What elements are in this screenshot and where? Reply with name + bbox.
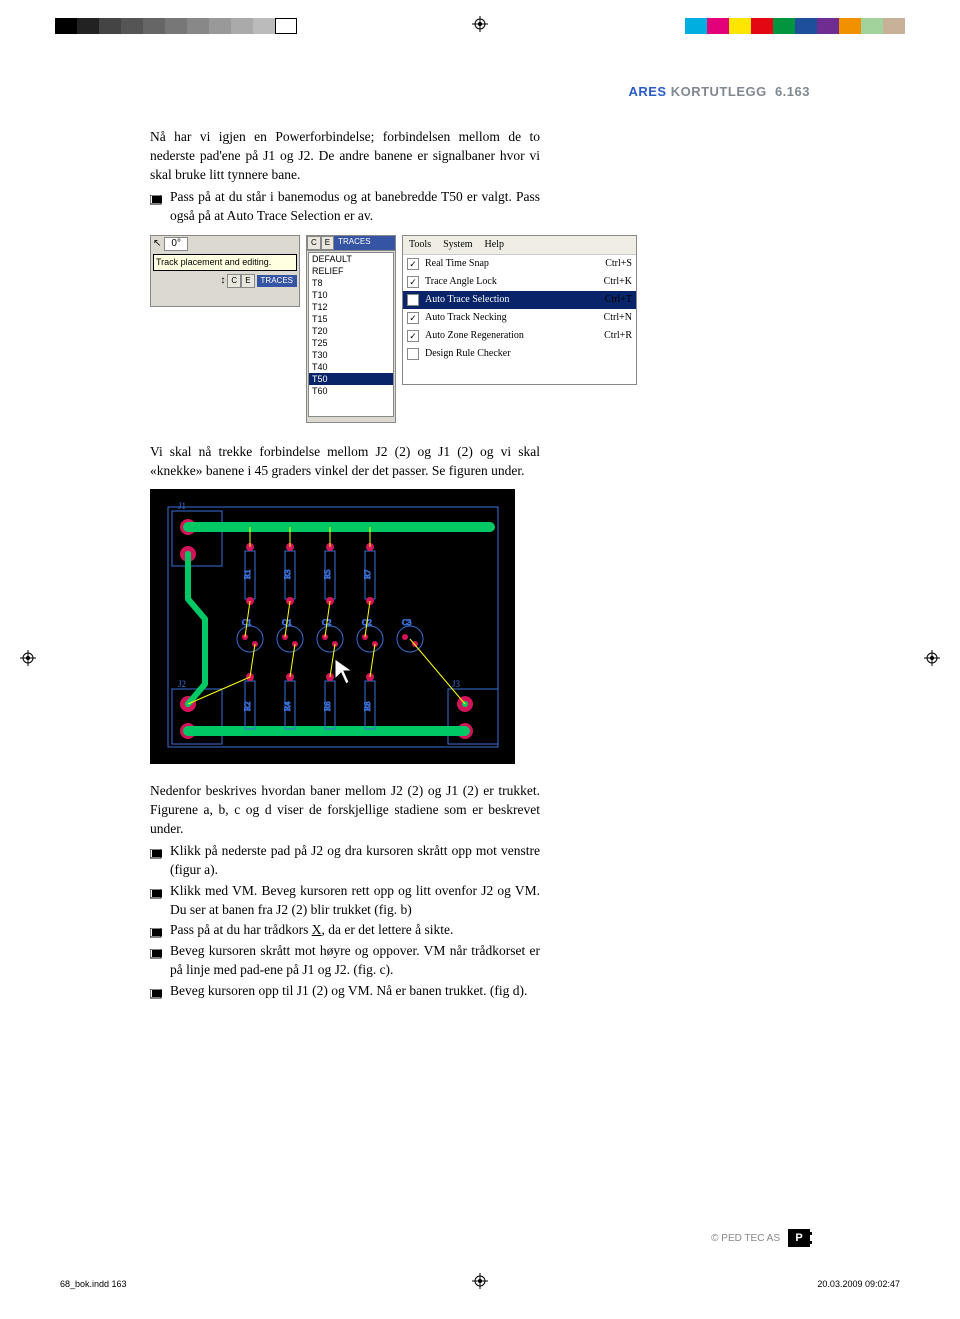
list-item[interactable]: T20 bbox=[309, 325, 393, 337]
bullet-item: Beveg kursoren skrått mot høyre og oppov… bbox=[150, 942, 540, 980]
svg-text:J2: J2 bbox=[178, 679, 186, 689]
cursor-icon: ↖ bbox=[153, 237, 161, 251]
svg-text:J3: J3 bbox=[452, 679, 461, 689]
list-item[interactable]: T12 bbox=[309, 301, 393, 313]
bullet-box-icon bbox=[150, 192, 164, 202]
bullet-item: Klikk med VM. Beveg kursoren rett opp og… bbox=[150, 882, 540, 920]
page-footer: © PED TEC AS P bbox=[711, 1229, 810, 1247]
list-item[interactable]: T25 bbox=[309, 337, 393, 349]
bullet-box-icon bbox=[150, 986, 164, 996]
pcb-figure: J1 J2 J3 R1 R3 R5 R7 bbox=[150, 489, 515, 764]
bullet-box-icon bbox=[150, 846, 164, 856]
bullet-text: Klikk med VM. Beveg kursoren rett opp og… bbox=[170, 882, 540, 920]
ce-toggle[interactable]: CE bbox=[307, 236, 334, 249]
checkbox-icon: ✓ bbox=[407, 312, 419, 324]
registration-mark-icon bbox=[472, 16, 488, 32]
pedtec-logo-icon: P bbox=[788, 1229, 810, 1247]
printer-colorbar-right bbox=[685, 18, 905, 34]
trace-width-panel: CE TRACES DEFAULT RELIEF T8 T10 T12 T15 … bbox=[306, 235, 396, 423]
svg-text:R2: R2 bbox=[243, 702, 252, 711]
bullet-item: Pass på at du har trådkors X, da er det … bbox=[150, 921, 540, 940]
svg-text:C3: C3 bbox=[402, 618, 411, 627]
bullet-text: Pass på at du har trådkors X, da er det … bbox=[170, 921, 540, 940]
registration-mark-icon bbox=[924, 650, 940, 666]
header-product: ARES bbox=[628, 84, 666, 99]
svg-text:J1: J1 bbox=[178, 501, 186, 511]
angle-field[interactable]: 0° bbox=[164, 237, 188, 251]
copyright-text: © PED TEC AS bbox=[711, 1233, 780, 1244]
menu-help[interactable]: Help bbox=[479, 236, 510, 254]
header-page-number: 6.163 bbox=[775, 84, 810, 99]
menu-item-selected[interactable]: Auto Trace SelectionCtrl+T bbox=[403, 291, 636, 309]
list-item[interactable]: T15 bbox=[309, 313, 393, 325]
list-item[interactable]: RELIEF bbox=[309, 265, 393, 277]
menu-item[interactable]: ✓Auto Track NeckingCtrl+N bbox=[403, 309, 636, 327]
checkbox-icon: ✓ bbox=[407, 276, 419, 288]
registration-mark-icon bbox=[472, 1273, 488, 1289]
ce-toggle[interactable]: CE bbox=[227, 274, 254, 287]
intro-paragraph: Nå har vi igjen en Powerforbindelse; for… bbox=[150, 128, 540, 185]
menu-tools[interactable]: Tools bbox=[403, 236, 437, 254]
tooltip: Track placement and editing. bbox=[153, 254, 297, 271]
tools-menu-panel: Tools System Help ✓Real Time SnapCtrl+S … bbox=[402, 235, 637, 385]
svg-text:R6: R6 bbox=[323, 702, 332, 711]
slugline-timestamp: 20.03.2009 09:02:47 bbox=[817, 1279, 900, 1289]
traces-label: TRACES bbox=[334, 236, 395, 249]
printer-colorbar-left bbox=[55, 18, 297, 34]
menubar: Tools System Help bbox=[403, 236, 636, 255]
svg-text:R7: R7 bbox=[363, 570, 372, 579]
list-item[interactable]: T60 bbox=[309, 385, 393, 397]
bullet-item: Beveg kursoren opp til J1 (2) og VM. Nå … bbox=[150, 982, 540, 1001]
list-item[interactable]: T10 bbox=[309, 289, 393, 301]
bullet-item: Pass på at du står i banemodus og at ban… bbox=[150, 188, 540, 226]
checkbox-icon bbox=[407, 348, 419, 360]
bullet-text: Pass på at du står i banemodus og at ban… bbox=[170, 188, 540, 226]
menu-system[interactable]: System bbox=[437, 236, 478, 254]
page-header: ARES KORTUTLEGG 6.163 bbox=[628, 84, 810, 99]
checkbox-icon: ✓ bbox=[407, 258, 419, 270]
list-item[interactable]: T40 bbox=[309, 361, 393, 373]
bullet-text: Klikk på nederste pad på J2 og dra kurso… bbox=[170, 842, 540, 880]
menu-item[interactable]: ✓Auto Zone RegenerationCtrl+R bbox=[403, 327, 636, 345]
bullet-box-icon bbox=[150, 925, 164, 935]
menu-item[interactable]: Design Rule Checker bbox=[403, 345, 636, 363]
checkbox-icon: ✓ bbox=[407, 330, 419, 342]
bullet-item: Klikk på nederste pad på J2 og dra kurso… bbox=[150, 842, 540, 880]
checkbox-icon bbox=[407, 294, 419, 306]
slugline-filename: 68_bok.indd 163 bbox=[60, 1279, 127, 1289]
ui-screenshot-group: ↖ 0° Track placement and editing. ↕ CE T… bbox=[150, 235, 690, 425]
traces-label: TRACES bbox=[257, 275, 297, 286]
move-icon: ↕ bbox=[220, 274, 225, 288]
registration-mark-icon bbox=[20, 650, 36, 666]
list-item-selected[interactable]: T50 bbox=[309, 373, 393, 385]
svg-text:R5: R5 bbox=[323, 570, 332, 579]
page-content: Nå har vi igjen en Powerforbindelse; for… bbox=[150, 128, 540, 1001]
header-title: KORTUTLEGG bbox=[671, 84, 767, 99]
list-item[interactable]: T30 bbox=[309, 349, 393, 361]
svg-text:R1: R1 bbox=[243, 570, 252, 579]
svg-text:R8: R8 bbox=[363, 702, 372, 711]
bullet-box-icon bbox=[150, 946, 164, 956]
bullet-text: Beveg kursoren opp til J1 (2) og VM. Nå … bbox=[170, 982, 540, 1001]
bullet-text: Beveg kursoren skrått mot høyre og oppov… bbox=[170, 942, 540, 980]
middle-paragraph: Vi skal nå trekke forbindelse mellom J2 … bbox=[150, 443, 540, 481]
trace-width-list[interactable]: DEFAULT RELIEF T8 T10 T12 T15 T20 T25 T3… bbox=[308, 252, 394, 417]
bullet-box-icon bbox=[150, 886, 164, 896]
menu-item[interactable]: ✓Real Time SnapCtrl+S bbox=[403, 255, 636, 273]
svg-text:R3: R3 bbox=[283, 570, 292, 579]
list-item[interactable]: DEFAULT bbox=[309, 253, 393, 265]
description-paragraph: Nedenfor beskrives hvordan baner mellom … bbox=[150, 782, 540, 839]
menu-item[interactable]: ✓Trace Angle LockCtrl+K bbox=[403, 273, 636, 291]
svg-text:R4: R4 bbox=[283, 702, 292, 711]
toolbar-panel: ↖ 0° Track placement and editing. ↕ CE T… bbox=[150, 235, 300, 307]
list-item[interactable]: T8 bbox=[309, 277, 393, 289]
